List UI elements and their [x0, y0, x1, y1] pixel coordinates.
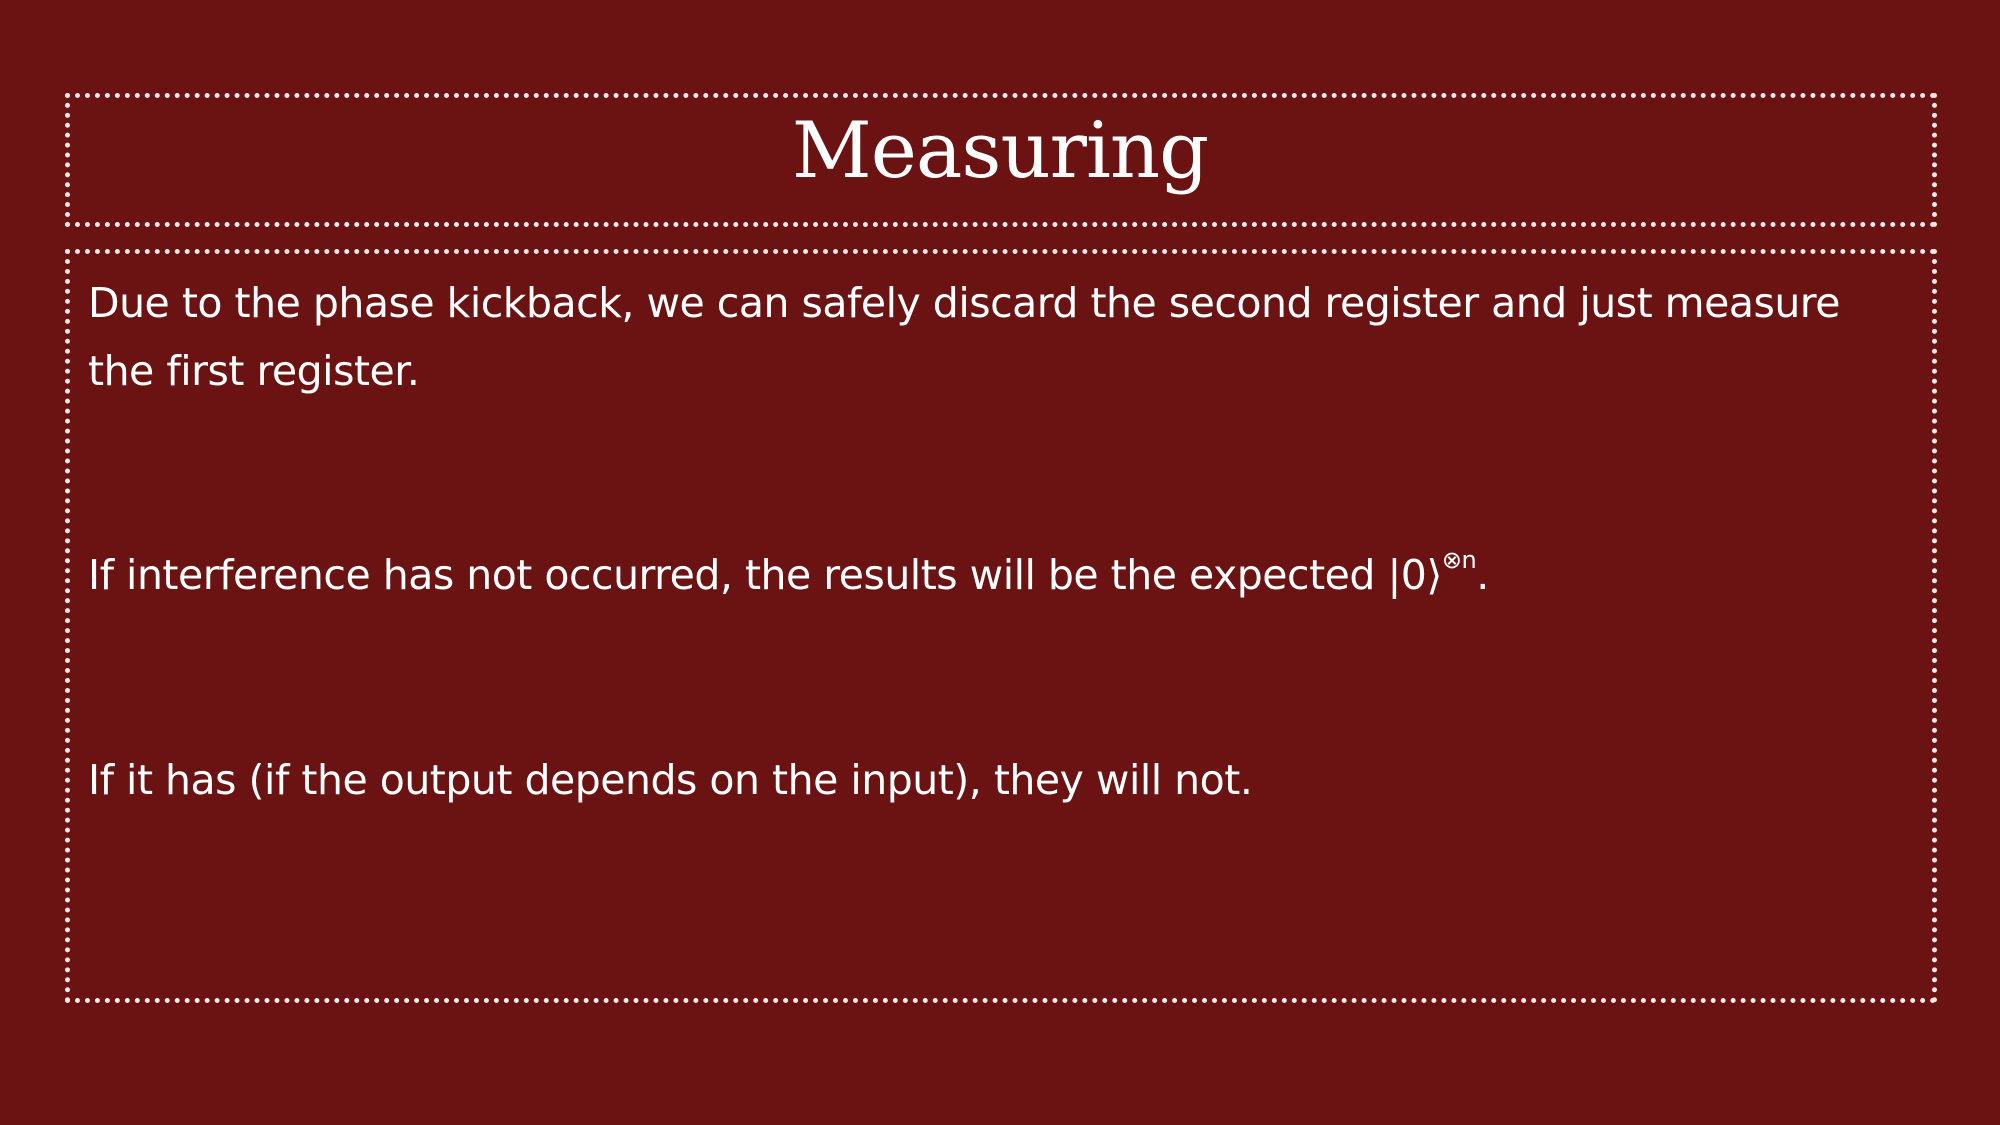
paragraph-output-dependence: If it has (if the output depends on the … [88, 756, 1253, 804]
ket-zero: |0⟩ [1387, 551, 1442, 599]
paragraph-interference-text: If interference has not occurred, the re… [88, 551, 1190, 599]
expected-word: expected [1189, 551, 1375, 599]
paragraph-phase-kickback: Due to the phase kickback, we can safely… [88, 279, 1841, 395]
slide-title: Measuring [791, 106, 1209, 196]
tensor-power: ⊗n [1441, 546, 1477, 575]
paragraph-interference: If interference has not occurred, the re… [88, 541, 1908, 609]
end-punctuation: . [1476, 551, 1489, 599]
